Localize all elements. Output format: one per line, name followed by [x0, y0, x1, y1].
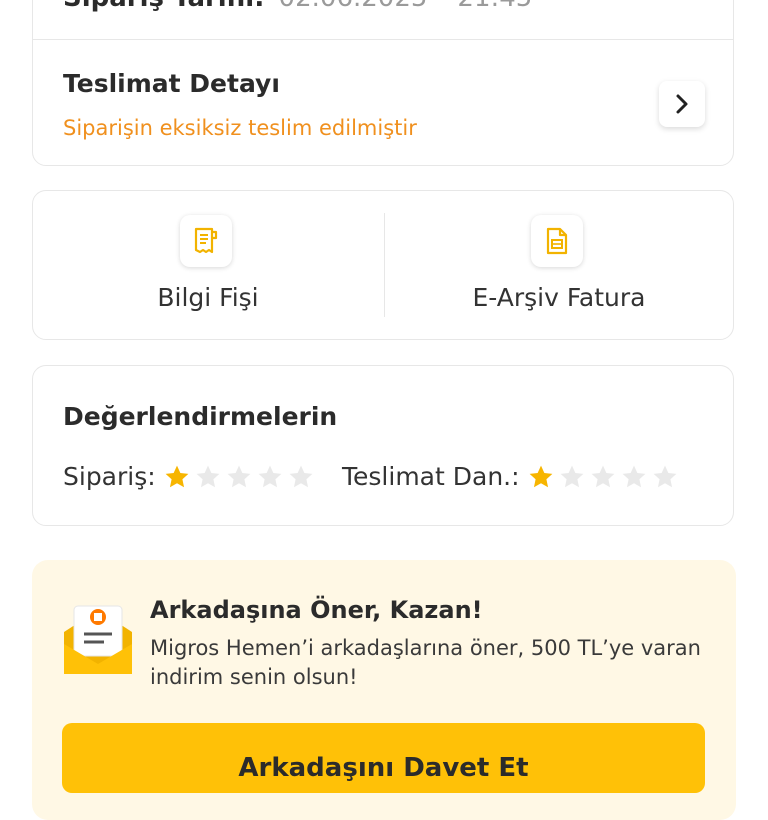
- star-empty-icon[interactable]: [590, 464, 616, 490]
- courier-rating: Teslimat Dan.:: [342, 462, 683, 491]
- order-time-value: 21:45: [457, 0, 532, 13]
- invoice-icon-box: [531, 215, 583, 267]
- delivery-detail-button[interactable]: [659, 81, 705, 127]
- documents-card: Bilgi Fişi E-Arşiv Fatura: [32, 190, 734, 340]
- invoice-label: E-Arşiv Fatura: [472, 283, 646, 312]
- star-filled-icon[interactable]: [528, 464, 554, 490]
- star-empty-icon[interactable]: [621, 464, 647, 490]
- receipt-button[interactable]: Bilgi Fişi: [33, 191, 383, 341]
- divider: [33, 39, 733, 40]
- order-rating-label: Sipariş:: [63, 462, 156, 491]
- order-rating: Sipariş:: [63, 462, 319, 491]
- invite-friend-button[interactable]: Arkadaşını Davet Et: [62, 723, 705, 793]
- star-empty-icon[interactable]: [559, 464, 585, 490]
- ratings-card: Değerlendirmelerin Sipariş: Teslimat Dan…: [32, 365, 734, 526]
- order-date-row: Sipariş Tarihi: 02.06.2025 21:45: [63, 0, 532, 13]
- receipt-icon: [194, 227, 218, 254]
- star-empty-icon[interactable]: [257, 464, 283, 490]
- order-date-label: Sipariş Tarihi:: [63, 0, 265, 13]
- receipt-icon-box: [180, 215, 232, 267]
- star-empty-icon[interactable]: [195, 464, 221, 490]
- delivery-detail-title: Teslimat Detayı: [63, 69, 280, 98]
- courier-rating-stars[interactable]: [528, 464, 683, 490]
- order-details-card: Sipariş Tarihi: 02.06.2025 21:45 Teslimat …: [32, 0, 734, 166]
- order-date-value: 02.06.2025: [279, 0, 428, 13]
- star-filled-icon[interactable]: [164, 464, 190, 490]
- invoice-icon: [546, 227, 568, 255]
- courier-rating-label: Teslimat Dan.:: [342, 462, 520, 491]
- star-empty-icon[interactable]: [226, 464, 252, 490]
- star-empty-icon[interactable]: [288, 464, 314, 490]
- envelope-icon: [64, 605, 132, 674]
- delivery-status-text: Siparişin eksiksiz teslim edilmiştir: [63, 116, 417, 140]
- referral-description: Migros Hemen’i arkadaşlarına öner, 500 T…: [150, 636, 701, 689]
- invoice-button[interactable]: E-Arşiv Fatura: [384, 191, 734, 341]
- star-empty-icon[interactable]: [652, 464, 678, 490]
- chevron-right-icon: [676, 94, 688, 114]
- referral-card: Arkadaşına Öner, Kazan! Migros Hemen’i a…: [32, 560, 736, 820]
- ratings-title: Değerlendirmelerin: [63, 402, 338, 431]
- referral-title: Arkadaşına Öner, Kazan!: [150, 596, 483, 624]
- order-rating-stars[interactable]: [164, 464, 319, 490]
- receipt-label: Bilgi Fişi: [157, 283, 259, 312]
